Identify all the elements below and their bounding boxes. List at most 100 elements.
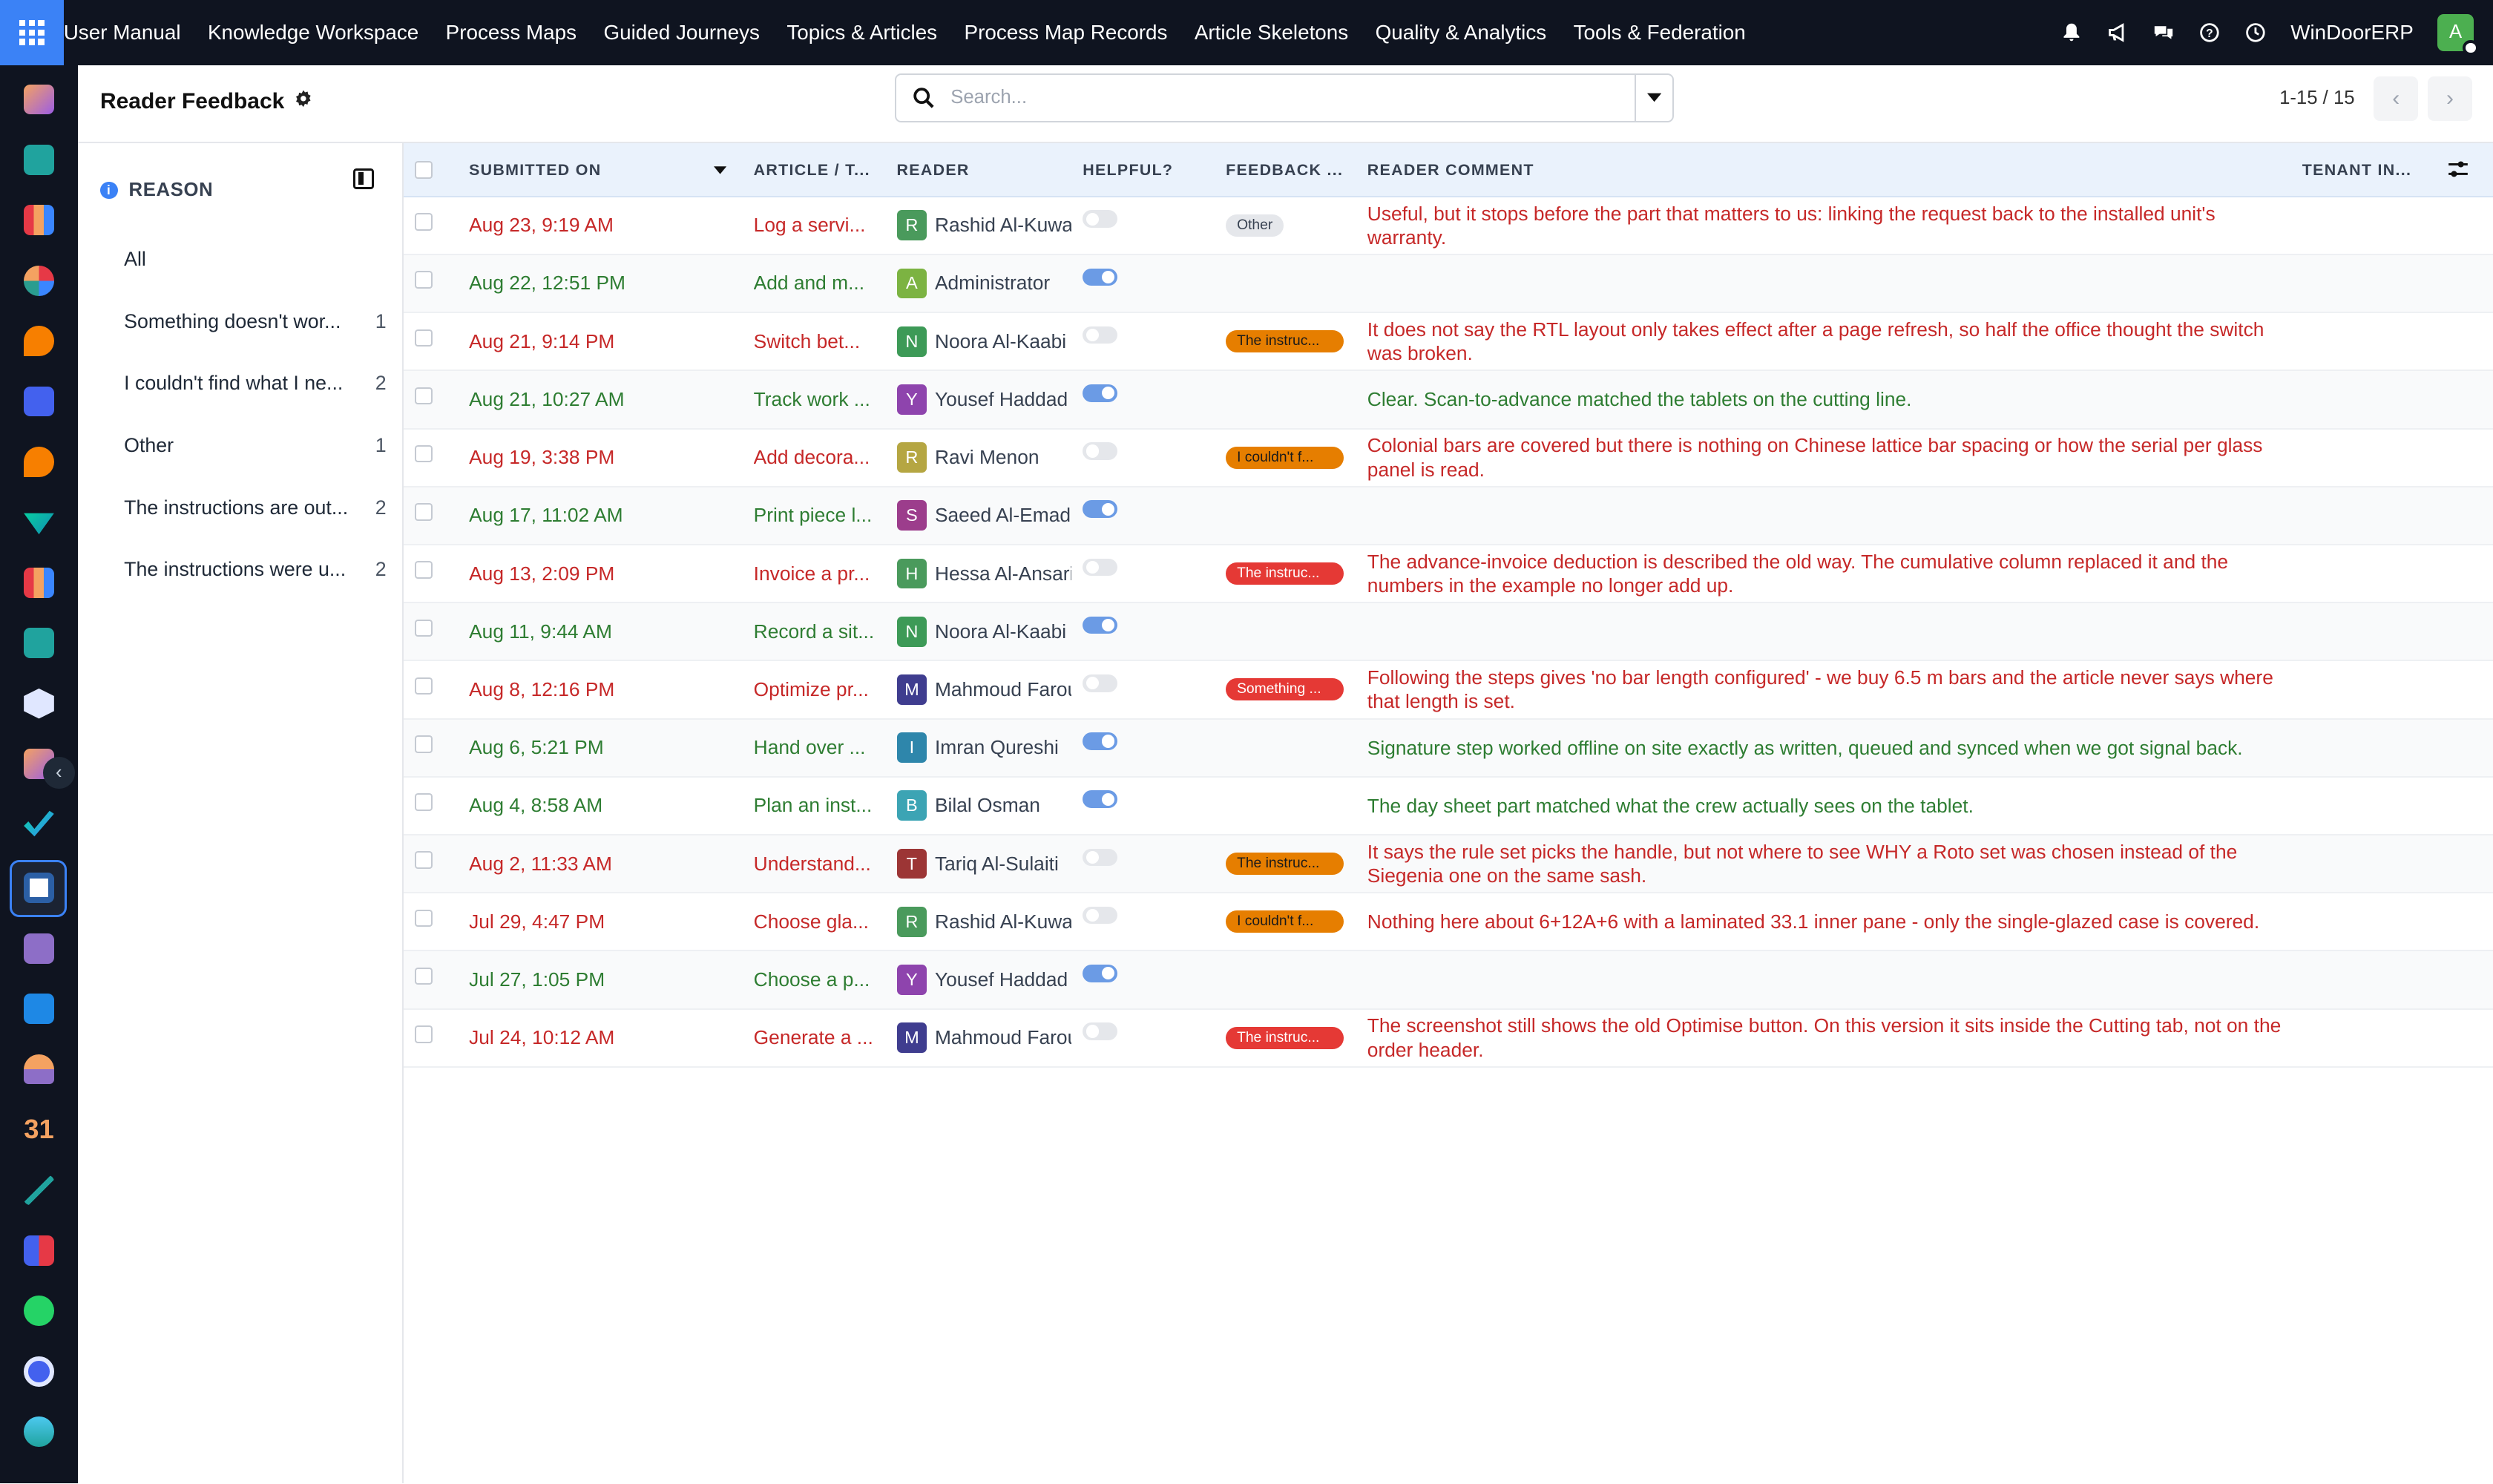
dashboard-app-icon[interactable] [24,1235,54,1266]
discuss-app-icon[interactable] [24,326,54,356]
help-icon[interactable]: ? [2198,22,2221,44]
reason-category-item[interactable]: I couldn't find what I ne... 2 [124,372,387,395]
row-checkbox[interactable] [415,1025,433,1043]
table-row[interactable]: Jul 27, 1:05 PM Choose a p... Y Yousef Hadd… [404,951,2493,1010]
reason-category-item[interactable]: Other 1 [124,434,387,457]
column-feedback-reason[interactable]: FEEDBACK ... [1226,143,1345,197]
chat-icon[interactable] [2152,22,2175,44]
table-row[interactable]: Aug 11, 9:44 AM Record a sit... N Noora Al-… [404,603,2493,662]
column-tenant[interactable]: TENANT IN... [2302,143,2429,197]
cube-app-icon[interactable] [24,688,54,719]
helpful-toggle[interactable] [1083,674,1118,692]
row-checkbox[interactable] [415,387,433,405]
menu-item-topics-articles[interactable]: Topics & Articles [773,21,950,45]
helpful-toggle[interactable] [1083,326,1118,344]
menu-item-knowledge-workspace[interactable]: Knowledge Workspace [194,21,433,45]
clock-icon[interactable] [2244,22,2267,44]
helpful-toggle[interactable] [1083,500,1118,519]
menu-item-quality-analytics[interactable]: Quality & Analytics [1362,21,1560,45]
sign-app-icon[interactable] [24,1175,54,1206]
select-all-checkbox[interactable] [415,161,433,180]
wave-app-icon[interactable] [24,1416,54,1447]
apps-menu-button[interactable] [0,0,64,65]
table-row[interactable]: Jul 29, 4:47 PM Choose gla... R Rashid Al-K… [404,893,2493,952]
helpful-toggle[interactable] [1083,210,1118,228]
panel-toggle-icon[interactable] [352,168,374,189]
team-app-icon[interactable] [24,1054,54,1085]
pie-app-icon[interactable] [24,265,54,296]
optional-columns-toggle[interactable] [2447,143,2476,197]
app-icon-1[interactable] [24,84,54,115]
column-submitted-on[interactable]: SUBMITTED ON [469,143,727,197]
contacts-app-icon[interactable] [24,628,54,659]
row-checkbox[interactable] [415,213,433,231]
column-reader-comment[interactable]: READER COMMENT [1367,143,1845,197]
row-checkbox[interactable] [415,619,433,637]
megaphone-icon[interactable] [2106,22,2129,44]
table-row[interactable]: Aug 17, 11:02 AM Print piece l... S Saeed A… [404,487,2493,545]
helpful-toggle[interactable] [1083,965,1118,982]
reason-category-item[interactable]: The instructions were u... 2 [124,558,387,581]
menu-item-guided-journeys[interactable]: Guided Journeys [590,21,773,45]
knowledge-app-icon[interactable] [24,873,54,904]
box-app-icon[interactable] [24,933,54,964]
column-helpful[interactable]: HELPFUL? [1083,143,1209,197]
helpful-toggle[interactable] [1083,384,1118,402]
table-row[interactable]: Aug 21, 9:14 PM Switch bet... N Noora Al-Ka… [404,313,2493,372]
menu-item-tools-federation[interactable]: Tools & Federation [1560,21,1759,45]
bell-icon[interactable] [2060,22,2083,44]
pager-previous-button[interactable]: ‹ [2374,76,2419,121]
helpful-toggle[interactable] [1083,558,1118,577]
column-article[interactable]: ARTICLE / T... [754,143,878,197]
row-checkbox[interactable] [415,329,433,347]
table-row[interactable]: Aug 2, 11:33 AM Understand... T Tariq Al-Su… [404,835,2493,894]
menu-item-process-maps[interactable]: Process Maps [432,21,590,45]
row-checkbox[interactable] [415,561,433,579]
whatsapp-app-icon[interactable] [24,1296,54,1327]
gear-icon[interactable] [294,89,313,114]
row-checkbox[interactable] [415,967,433,985]
dollar-app-icon[interactable] [24,994,54,1024]
collapse-rail-button[interactable]: ‹ [42,756,75,789]
row-checkbox[interactable] [415,503,433,521]
menu-item-process-map-records[interactable]: Process Map Records [950,21,1180,45]
user-avatar[interactable]: A [2437,14,2479,56]
helpful-toggle[interactable] [1083,790,1118,809]
menu-item-article-skeletons[interactable]: Article Skeletons [1181,21,1362,45]
table-row[interactable]: Aug 13, 2:09 PM Invoice a pr... H Hessa Al-… [404,545,2493,604]
column-reader[interactable]: READER [897,143,1056,197]
search-input[interactable] [950,87,1635,109]
gauge-app-icon[interactable] [24,1356,54,1387]
reason-category-item[interactable]: The instructions are out... 2 [124,496,387,519]
row-checkbox[interactable] [415,793,433,811]
reason-category-item[interactable]: All [124,248,387,271]
report-app-icon[interactable] [24,567,54,598]
row-checkbox[interactable] [415,735,433,753]
chart-app-icon[interactable] [24,205,54,236]
table-row[interactable]: Aug 4, 8:58 AM Plan an inst... B Bilal Osma… [404,778,2493,835]
row-checkbox[interactable] [415,444,433,463]
helpful-toggle[interactable] [1083,442,1118,460]
table-row[interactable]: Aug 19, 3:38 PM Add decora... R Ravi Menon I… [404,430,2493,487]
menu-item-user-manual[interactable]: User Manual [64,21,194,45]
helpful-toggle[interactable] [1083,616,1118,634]
row-checkbox[interactable] [415,271,433,289]
helpful-toggle[interactable] [1083,268,1118,286]
helpful-toggle[interactable] [1083,848,1118,867]
check-app-icon[interactable] [24,810,54,837]
company-switcher[interactable]: WinDoorERP [2290,21,2414,45]
table-row[interactable]: Jul 24, 10:12 AM Generate a ... M Mahmoud F… [404,1010,2493,1068]
helpful-toggle[interactable] [1083,906,1118,925]
table-row[interactable]: Aug 21, 10:27 AM Track work ... Y Yousef Ha… [404,371,2493,430]
search-options-toggle[interactable] [1634,74,1672,121]
table-row[interactable]: Aug 23, 9:19 AM Log a servi... R Rashid Al-… [404,197,2493,255]
helpful-toggle[interactable] [1083,1022,1118,1040]
table-row[interactable]: Aug 8, 12:16 PM Optimize pr... M Mahmoud Fa… [404,661,2493,720]
row-checkbox[interactable] [415,677,433,695]
row-checkbox[interactable] [415,909,433,928]
pager-next-button[interactable]: › [2428,76,2473,121]
app-icon-2[interactable] [24,144,54,175]
calendar-app-icon[interactable]: 31 [24,1114,54,1145]
mail-app-icon[interactable] [24,386,54,417]
table-row[interactable]: Aug 22, 12:51 PM Add and m... A Administrat… [404,255,2493,314]
